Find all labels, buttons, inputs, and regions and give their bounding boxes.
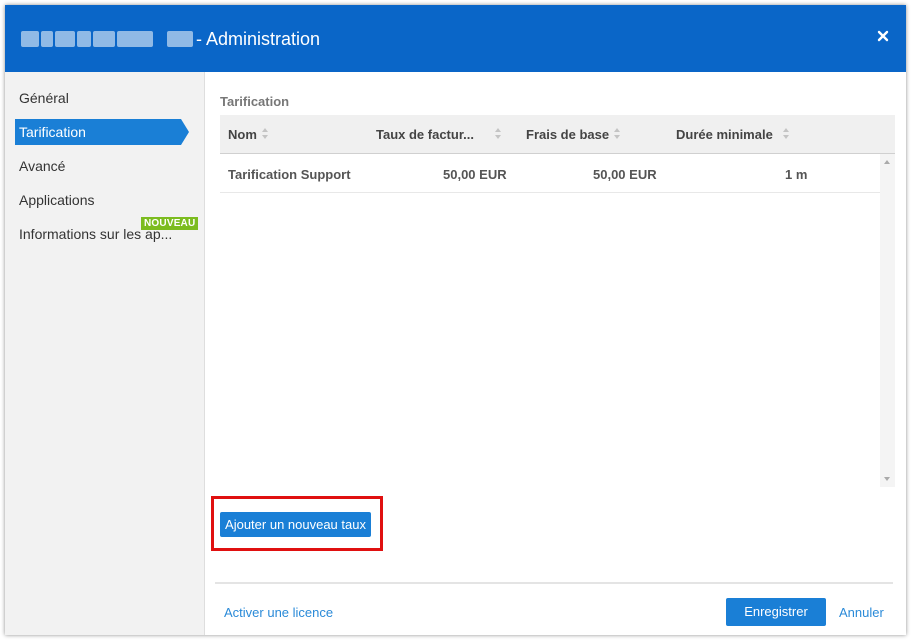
sort-icon[interactable] <box>262 128 268 142</box>
sidebar: Général Tarification Avancé Applications… <box>5 72 205 635</box>
column-header-nom[interactable]: Nom <box>228 115 257 153</box>
footer-divider <box>215 582 893 584</box>
cell-frais: 50,00 EUR <box>593 167 657 182</box>
cell-duree: 1 m <box>785 167 808 182</box>
table-body: Tarification Support 50,00 EUR 50,00 EUR… <box>220 154 880 487</box>
sort-icon[interactable] <box>495 128 501 142</box>
sidebar-item-general[interactable]: Général <box>15 85 181 111</box>
main-content: Tarification Nom Taux de factur... Frais… <box>205 72 906 635</box>
sort-icon[interactable] <box>783 128 789 142</box>
sidebar-item-applications[interactable]: Applications <box>15 187 181 213</box>
column-header-duree[interactable]: Durée minimale <box>676 115 773 153</box>
sidebar-item-tarification[interactable]: Tarification <box>15 119 189 145</box>
dialog-title: - Administration <box>196 29 321 49</box>
new-badge: NOUVEAU <box>141 217 199 230</box>
cell-nom: Tarification Support <box>228 167 351 182</box>
scroll-down-icon[interactable] <box>884 477 890 481</box>
column-header-taux[interactable]: Taux de factur... <box>376 115 474 153</box>
administration-dialog: - Administration Général Tarification Av… <box>5 5 906 635</box>
cancel-link[interactable]: Annuler <box>839 605 884 620</box>
table-scrollbar[interactable] <box>880 154 895 487</box>
title-bar: - Administration <box>5 5 906 72</box>
save-button[interactable]: Enregistrer <box>726 598 826 626</box>
table-header: Nom Taux de factur... Frais de base Duré… <box>220 115 895 154</box>
sidebar-item-avance[interactable]: Avancé <box>15 153 181 179</box>
scroll-up-icon[interactable] <box>884 160 890 164</box>
cell-taux: 50,00 EUR <box>443 167 507 182</box>
close-icon[interactable] <box>876 29 890 43</box>
sort-icon[interactable] <box>614 128 620 142</box>
rates-table: Nom Taux de factur... Frais de base Duré… <box>220 115 895 487</box>
add-rate-button[interactable]: Ajouter un nouveau taux <box>220 512 371 537</box>
activate-license-link[interactable]: Activer une licence <box>224 605 333 620</box>
redacted-app-name <box>21 31 193 47</box>
table-row[interactable]: Tarification Support 50,00 EUR 50,00 EUR… <box>220 154 880 193</box>
section-title: Tarification <box>220 94 290 109</box>
column-header-frais[interactable]: Frais de base <box>526 115 609 153</box>
